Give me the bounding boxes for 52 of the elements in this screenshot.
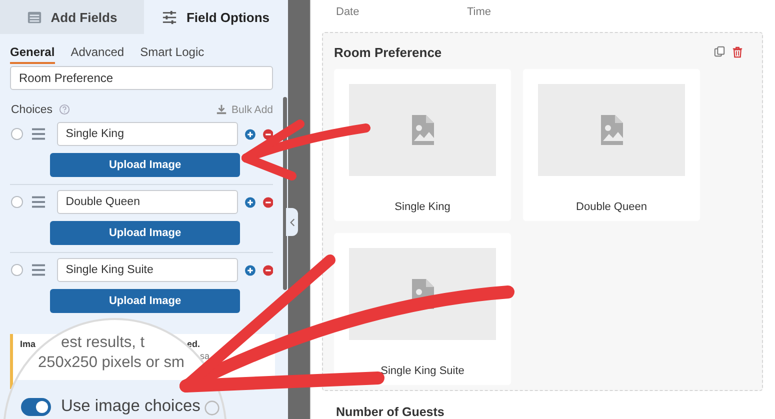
image-choice[interactable]: Double Queen <box>523 69 700 221</box>
drag-handle-icon[interactable] <box>32 264 45 276</box>
radio-button[interactable] <box>11 196 22 208</box>
radio-button[interactable] <box>11 128 22 140</box>
list-icon <box>26 10 42 24</box>
upload-button[interactable]: Upload Image <box>50 153 240 177</box>
drag-handle-icon[interactable] <box>32 128 45 140</box>
trash-icon[interactable] <box>732 46 743 58</box>
column-label: Time <box>467 6 492 18</box>
image-file-icon <box>598 115 624 145</box>
upload-button[interactable]: Upload Image <box>50 289 240 313</box>
download-icon <box>216 104 227 115</box>
column-label: Date <box>336 6 360 18</box>
scrollbar[interactable] <box>283 97 287 290</box>
help-icon <box>204 400 220 416</box>
remove-icon[interactable] <box>262 264 273 276</box>
field-title: Number of Guests <box>335 405 446 419</box>
settings-tab[interactable]: Advanced <box>70 34 124 64</box>
settings-tab[interactable]: Smart Logic <box>140 34 204 64</box>
drag-handle-icon[interactable] <box>32 196 45 208</box>
notice-text: Ima <box>20 339 36 351</box>
add-icon[interactable] <box>245 264 256 276</box>
choice-field[interactable]: Double Queen <box>56 190 238 214</box>
upload-button[interactable]: Upload Image <box>50 221 240 245</box>
choice-field[interactable]: Single King <box>56 122 238 146</box>
settings-tab[interactable]: General <box>10 34 55 64</box>
remove-icon[interactable] <box>262 128 273 140</box>
field-title: Room Preference <box>334 44 442 60</box>
label-field[interactable]: Room Preference <box>10 66 273 90</box>
sliders-icon <box>162 10 178 24</box>
remove-icon[interactable] <box>262 196 273 208</box>
chevron-left-icon <box>290 218 294 226</box>
radio-button[interactable] <box>11 264 22 276</box>
notice-text: 250x250 pixels or sm <box>38 354 184 372</box>
collapse-button[interactable] <box>286 208 298 236</box>
notice-text: sa <box>200 351 210 363</box>
copy-icon[interactable] <box>714 46 725 57</box>
image-choice[interactable]: Single King <box>334 69 511 221</box>
toggle-switch[interactable] <box>21 398 51 416</box>
panel-tab[interactable]: Add Fields <box>0 0 144 34</box>
choice-label: Single King Suite <box>380 365 464 377</box>
notice-text: est results, t <box>61 334 145 352</box>
help-icon <box>58 104 70 115</box>
add-icon[interactable] <box>245 196 256 208</box>
choice-label: Single King <box>394 201 450 213</box>
image-file-icon <box>410 115 436 145</box>
choice-field[interactable]: Single King Suite <box>56 258 238 282</box>
field-card[interactable]: Room Preference Single King Double Queen Single King Suite <box>322 32 763 391</box>
toggle-label: Use image choices <box>61 397 200 416</box>
choice-label: Double Queen <box>576 201 647 213</box>
choices-label: Choices <box>11 104 53 116</box>
add-icon[interactable] <box>245 128 256 140</box>
